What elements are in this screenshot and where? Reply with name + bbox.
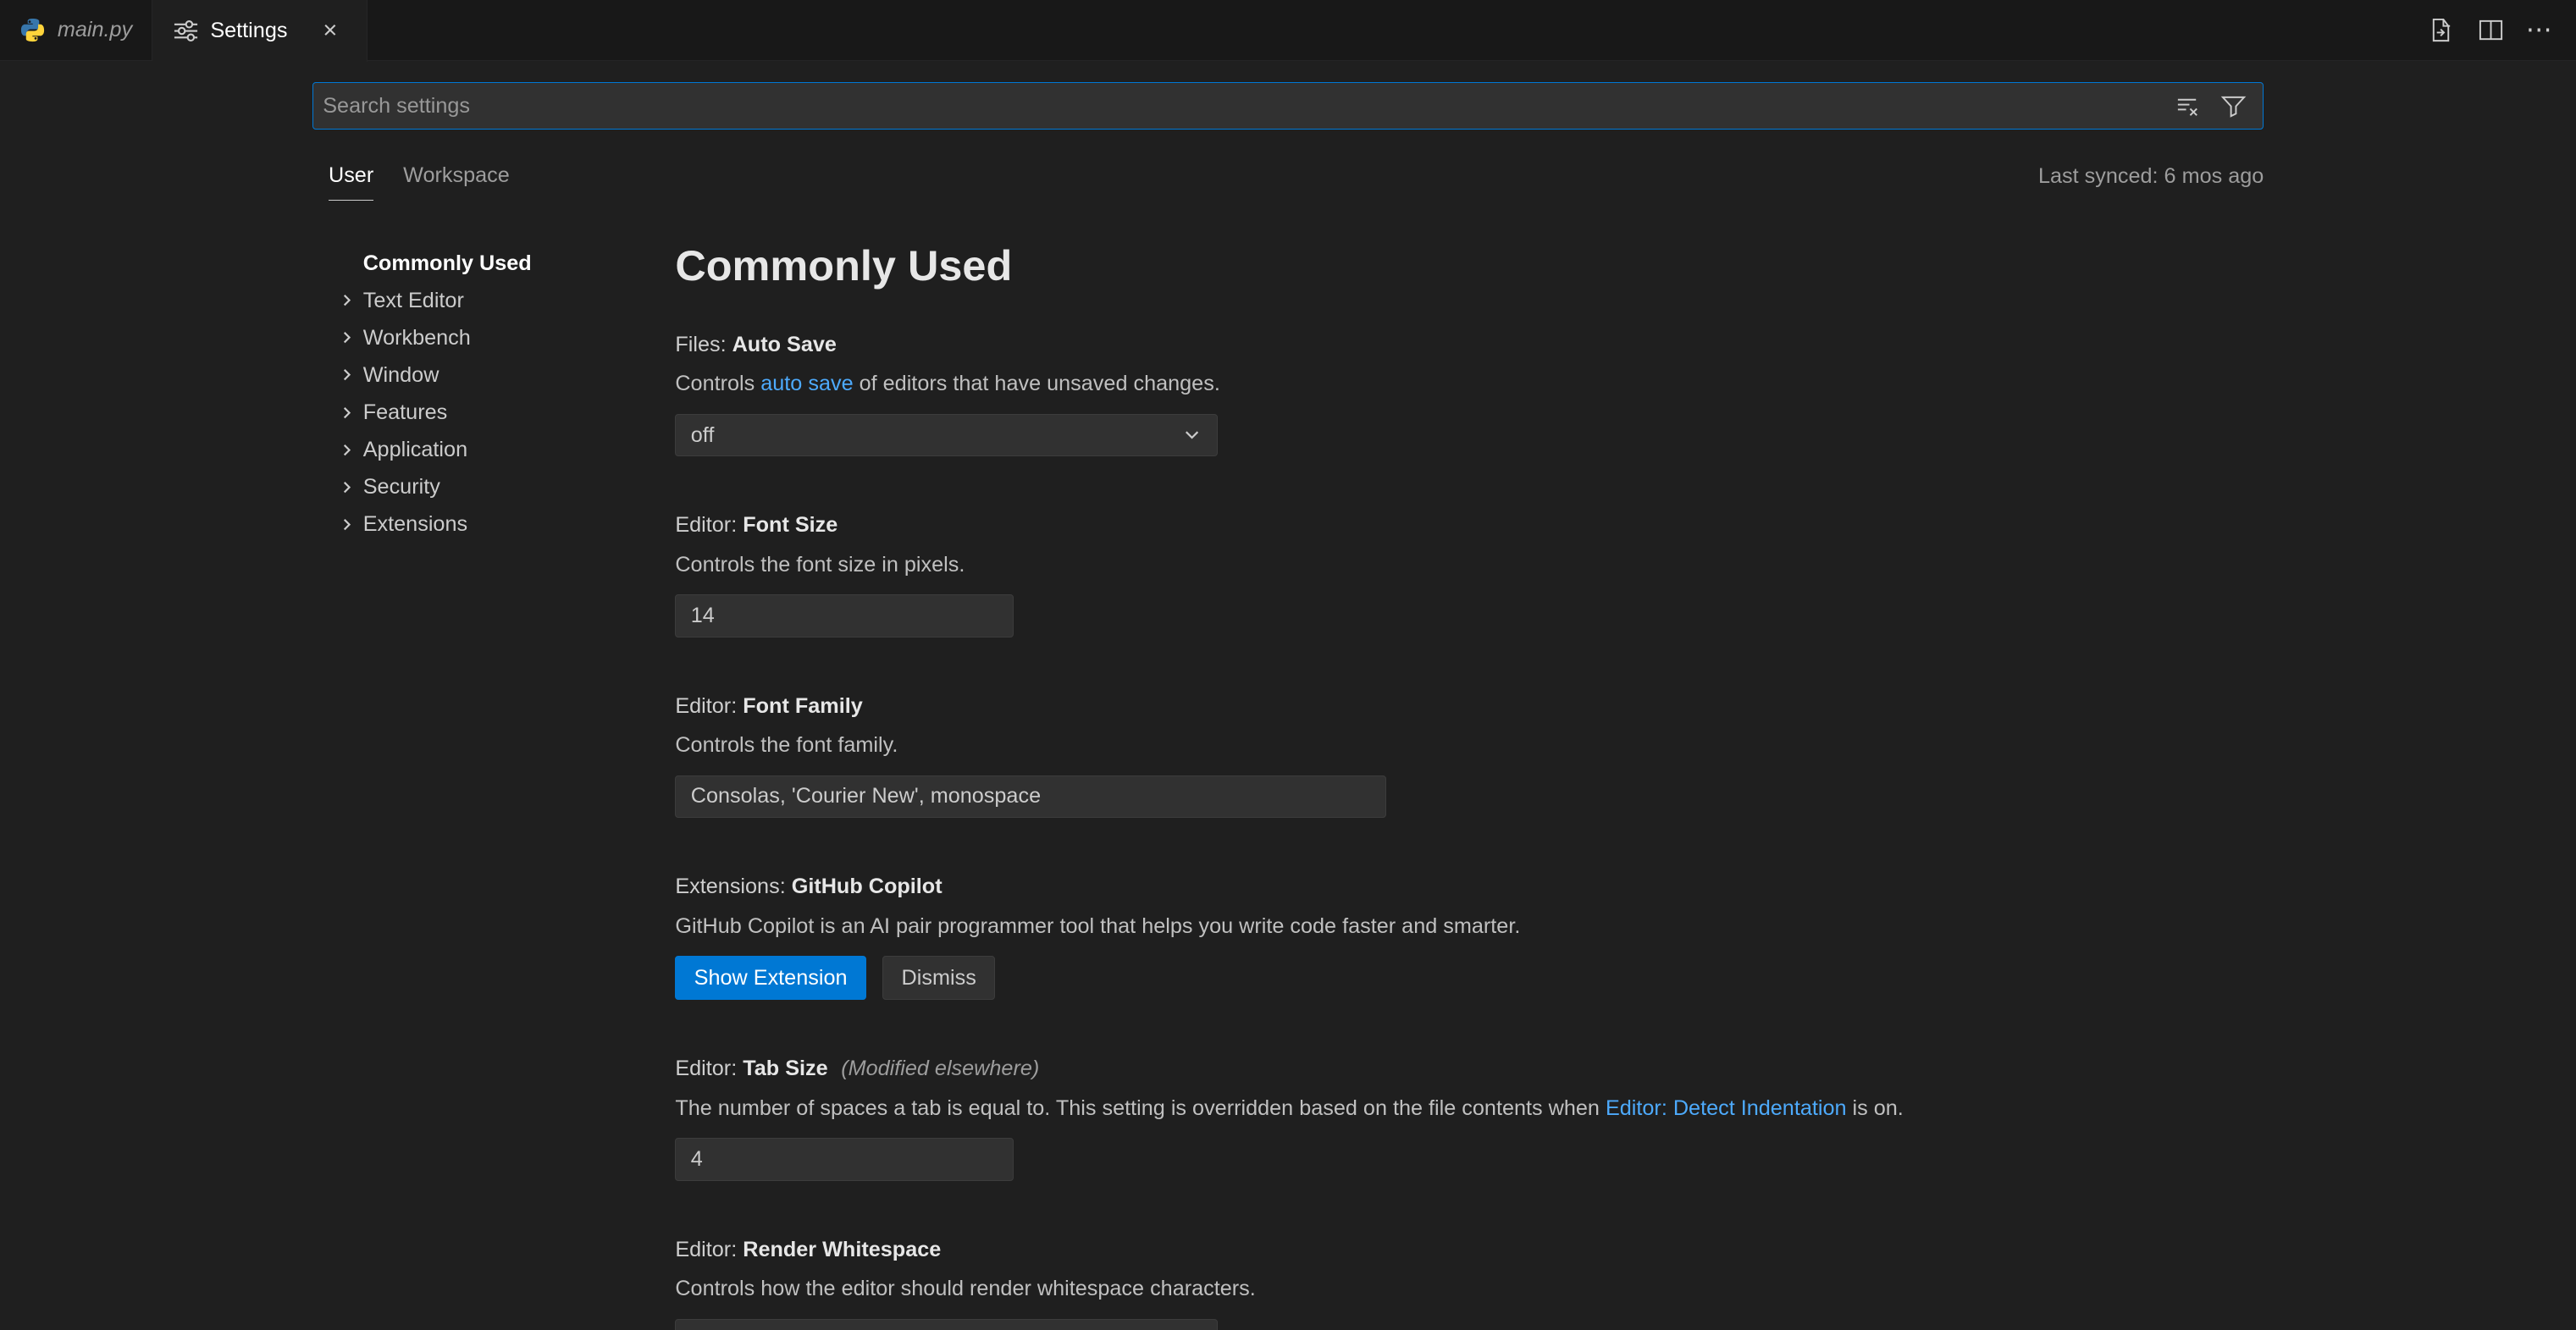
split-editor-icon[interactable]	[2468, 8, 2513, 51]
toc-item-workbench[interactable]: Workbench	[334, 319, 676, 356]
chevron-right-icon	[334, 288, 360, 314]
setting-editor-tab-size: Editor: Tab Size (Modified elsewhere) The…	[675, 1056, 2264, 1180]
dismiss-button[interactable]: Dismiss	[882, 956, 995, 1000]
auto-save-link[interactable]: auto save	[760, 372, 853, 395]
setting-description: Controls the font size in pixels.	[675, 552, 2264, 578]
settings-list: Commonly Used Files: Auto Save Controls …	[675, 240, 2264, 1330]
tab-settings[interactable]: Settings ×	[152, 0, 367, 62]
settings-toc: Commonly Used Text Editor Workbench	[312, 240, 676, 1330]
setting-description: The number of spaces a tab is equal to. …	[675, 1095, 2264, 1122]
render-whitespace-select[interactable]	[675, 1319, 1217, 1330]
setting-label: Editor: Tab Size (Modified elsewhere)	[675, 1056, 2264, 1082]
setting-description: Controls the font family.	[675, 732, 2264, 759]
open-settings-json-icon[interactable]	[2418, 8, 2464, 51]
chevron-right-icon	[334, 251, 360, 277]
chevron-right-icon	[334, 362, 360, 389]
tab-size-input[interactable]	[675, 1138, 1014, 1180]
setting-files-auto-save: Files: Auto Save Controls auto save of e…	[675, 332, 2264, 456]
chevron-down-icon	[1180, 423, 1203, 446]
scope-tab-user[interactable]: User	[329, 163, 373, 201]
setting-category: Editor:	[675, 694, 743, 718]
toc-item-features[interactable]: Features	[334, 394, 676, 431]
python-icon	[19, 17, 46, 43]
toc-item-application[interactable]: Application	[334, 431, 676, 468]
setting-description: Controls how the editor should render wh…	[675, 1276, 2264, 1302]
tab-main-py[interactable]: main.py	[0, 0, 152, 60]
filter-icon[interactable]	[2217, 90, 2250, 123]
font-size-input[interactable]	[675, 594, 1014, 637]
tab-label: main.py	[58, 18, 132, 42]
setting-name: Font Family	[743, 694, 863, 718]
setting-category: Files:	[675, 333, 732, 356]
clear-search-icon[interactable]	[2171, 90, 2204, 123]
editor-actions: ⋯	[2418, 0, 2576, 60]
toc-item-window[interactable]: Window	[334, 356, 676, 394]
setting-extensions-github-copilot: Extensions: GitHub Copilot GitHub Copilo…	[675, 874, 2264, 1000]
setting-category: Extensions:	[675, 875, 791, 898]
settings-search-box	[312, 82, 2264, 130]
chevron-right-icon	[334, 437, 360, 463]
setting-label: Extensions: GitHub Copilot	[675, 874, 2264, 900]
setting-label: Editor: Font Size	[675, 512, 2264, 538]
setting-name: Font Size	[743, 513, 837, 537]
setting-editor-render-whitespace: Editor: Render Whitespace Controls how t…	[675, 1237, 2264, 1330]
font-family-input[interactable]	[675, 775, 1386, 818]
editor-tab-bar: main.py Settings ×	[0, 0, 2576, 61]
toc-item-text-editor[interactable]: Text Editor	[334, 282, 676, 319]
settings-scope-header: User Workspace Last synced: 6 mos ago	[312, 130, 2264, 200]
setting-editor-font-family: Editor: Font Family Controls the font fa…	[675, 693, 2264, 818]
detect-indentation-link[interactable]: Editor: Detect Indentation	[1606, 1096, 1847, 1120]
setting-label: Editor: Font Family	[675, 693, 2264, 720]
show-extension-button[interactable]: Show Extension	[675, 956, 866, 1000]
setting-description: Controls auto save of editors that have …	[675, 371, 2264, 397]
settings-editor: User Workspace Last synced: 6 mos ago Co…	[0, 61, 2576, 1330]
setting-category: Editor:	[675, 1057, 743, 1080]
setting-name: Auto Save	[732, 333, 837, 356]
chevron-right-icon	[334, 474, 360, 500]
chevron-right-icon	[334, 325, 360, 351]
chevron-right-icon	[334, 511, 360, 538]
setting-editor-font-size: Editor: Font Size Controls the font size…	[675, 512, 2264, 637]
more-actions-icon[interactable]: ⋯	[2517, 8, 2562, 51]
settings-sliders-icon	[173, 18, 199, 44]
toc-item-security[interactable]: Security	[334, 468, 676, 505]
setting-label: Editor: Render Whitespace	[675, 1237, 2264, 1263]
setting-label: Files: Auto Save	[675, 332, 2264, 358]
toc-item-extensions[interactable]: Extensions	[334, 505, 676, 543]
scope-tab-workspace[interactable]: Workspace	[403, 163, 510, 201]
setting-category: Editor:	[675, 1238, 743, 1261]
auto-save-select[interactable]: off	[675, 414, 1217, 456]
setting-category: Editor:	[675, 513, 743, 537]
tab-label: Settings	[210, 19, 287, 43]
setting-name: Render Whitespace	[743, 1238, 941, 1261]
page-title: Commonly Used	[675, 240, 2264, 292]
chevron-right-icon	[334, 400, 360, 426]
vscode-window: main.py Settings ×	[0, 0, 2576, 1330]
modified-elsewhere-note: (Modified elsewhere)	[841, 1057, 1039, 1080]
setting-description: GitHub Copilot is an AI pair programmer …	[675, 913, 2264, 940]
toc-item-commonly-used[interactable]: Commonly Used	[334, 245, 676, 282]
sync-status: Last synced: 6 mos ago	[2038, 164, 2264, 201]
setting-name: GitHub Copilot	[792, 875, 943, 898]
close-tab-icon[interactable]: ×	[313, 14, 346, 47]
setting-name: Tab Size	[743, 1057, 827, 1080]
settings-search-input[interactable]	[323, 83, 2170, 129]
